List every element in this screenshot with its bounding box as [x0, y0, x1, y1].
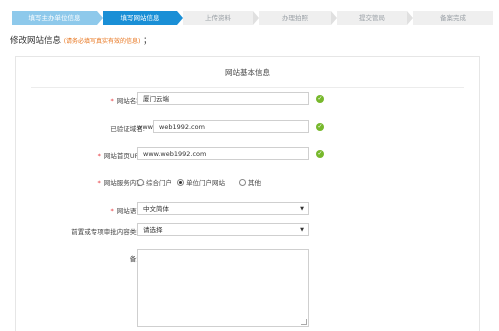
check-circle-icon: ✓: [316, 95, 324, 103]
progress-steps: 填写主办单位信息 填写网站信息 上传资料 办理拍照 提交管局 备案完成: [0, 11, 499, 25]
radio-label: 其他: [248, 179, 261, 187]
page-title: 修改网站信息 (请务必填写真实有效的信息) ；: [10, 34, 152, 46]
page-note: (请务必填写真实有效的信息): [63, 38, 141, 45]
site-name-input[interactable]: 厦门云端: [137, 92, 309, 105]
step-fill-site-info: 填写网站信息: [103, 11, 177, 25]
radio-button-selected[interactable]: [177, 179, 184, 186]
service-option-portal[interactable]: 综合门户: [137, 177, 172, 187]
approval-type-label: 前置或专项审批内容类型:: [71, 228, 145, 236]
step-label: 提交管局: [359, 14, 385, 22]
domain-input[interactable]: web1992.com: [153, 120, 309, 133]
step-submit: 提交管局: [337, 11, 407, 25]
radio-label: 单位门户网站: [186, 179, 225, 187]
step-upload: 上传资料: [183, 11, 253, 25]
service-option-unit-portal[interactable]: 单位门户网站: [177, 177, 225, 187]
resize-handle-icon[interactable]: [301, 319, 307, 325]
page-title-suffix: ；: [143, 36, 152, 46]
step-label: 办理拍照: [282, 14, 308, 22]
caret-down-icon: ▼: [300, 206, 304, 212]
step-label: 填写主办单位信息: [28, 14, 81, 22]
panel-divider: [31, 87, 464, 88]
page-title-text: 修改网站信息: [10, 36, 62, 46]
language-select[interactable]: 中文简体 ▼: [137, 202, 309, 215]
check-circle-icon: ✓: [316, 150, 324, 158]
approval-type-select-value: 请选择: [143, 226, 163, 234]
approval-type-select[interactable]: 请选择 ▼: [137, 223, 309, 236]
step-label: 上传资料: [205, 14, 231, 22]
caret-down-icon: ▼: [300, 227, 304, 233]
required-mark: *: [97, 152, 101, 160]
site-info-panel: 网站基本信息 * 网站名称: 厦门云端 ✓ 已验证域名: www. web1992…: [15, 56, 480, 331]
homepage-url-input[interactable]: www.web1992.com: [137, 147, 309, 160]
remark-textarea[interactable]: [137, 249, 309, 327]
domain-prefix: www.: [137, 123, 155, 131]
required-mark: *: [97, 179, 101, 187]
required-mark: *: [110, 207, 114, 215]
step-label: 备案完成: [440, 14, 466, 22]
radio-button[interactable]: [239, 179, 246, 186]
service-option-other[interactable]: 其他: [239, 177, 261, 187]
step-complete: 备案完成: [413, 11, 493, 25]
language-select-value: 中文简体: [143, 205, 169, 213]
radio-label: 综合门户: [146, 179, 172, 187]
panel-title: 网站基本信息: [225, 68, 270, 77]
step-fill-org-info: 填写主办单位信息: [12, 11, 97, 25]
radio-button[interactable]: [137, 179, 144, 186]
required-mark: *: [110, 97, 114, 105]
step-label: 填写网站信息: [120, 14, 160, 22]
check-circle-icon: ✓: [316, 123, 324, 131]
step-photo: 办理拍照: [259, 11, 331, 25]
